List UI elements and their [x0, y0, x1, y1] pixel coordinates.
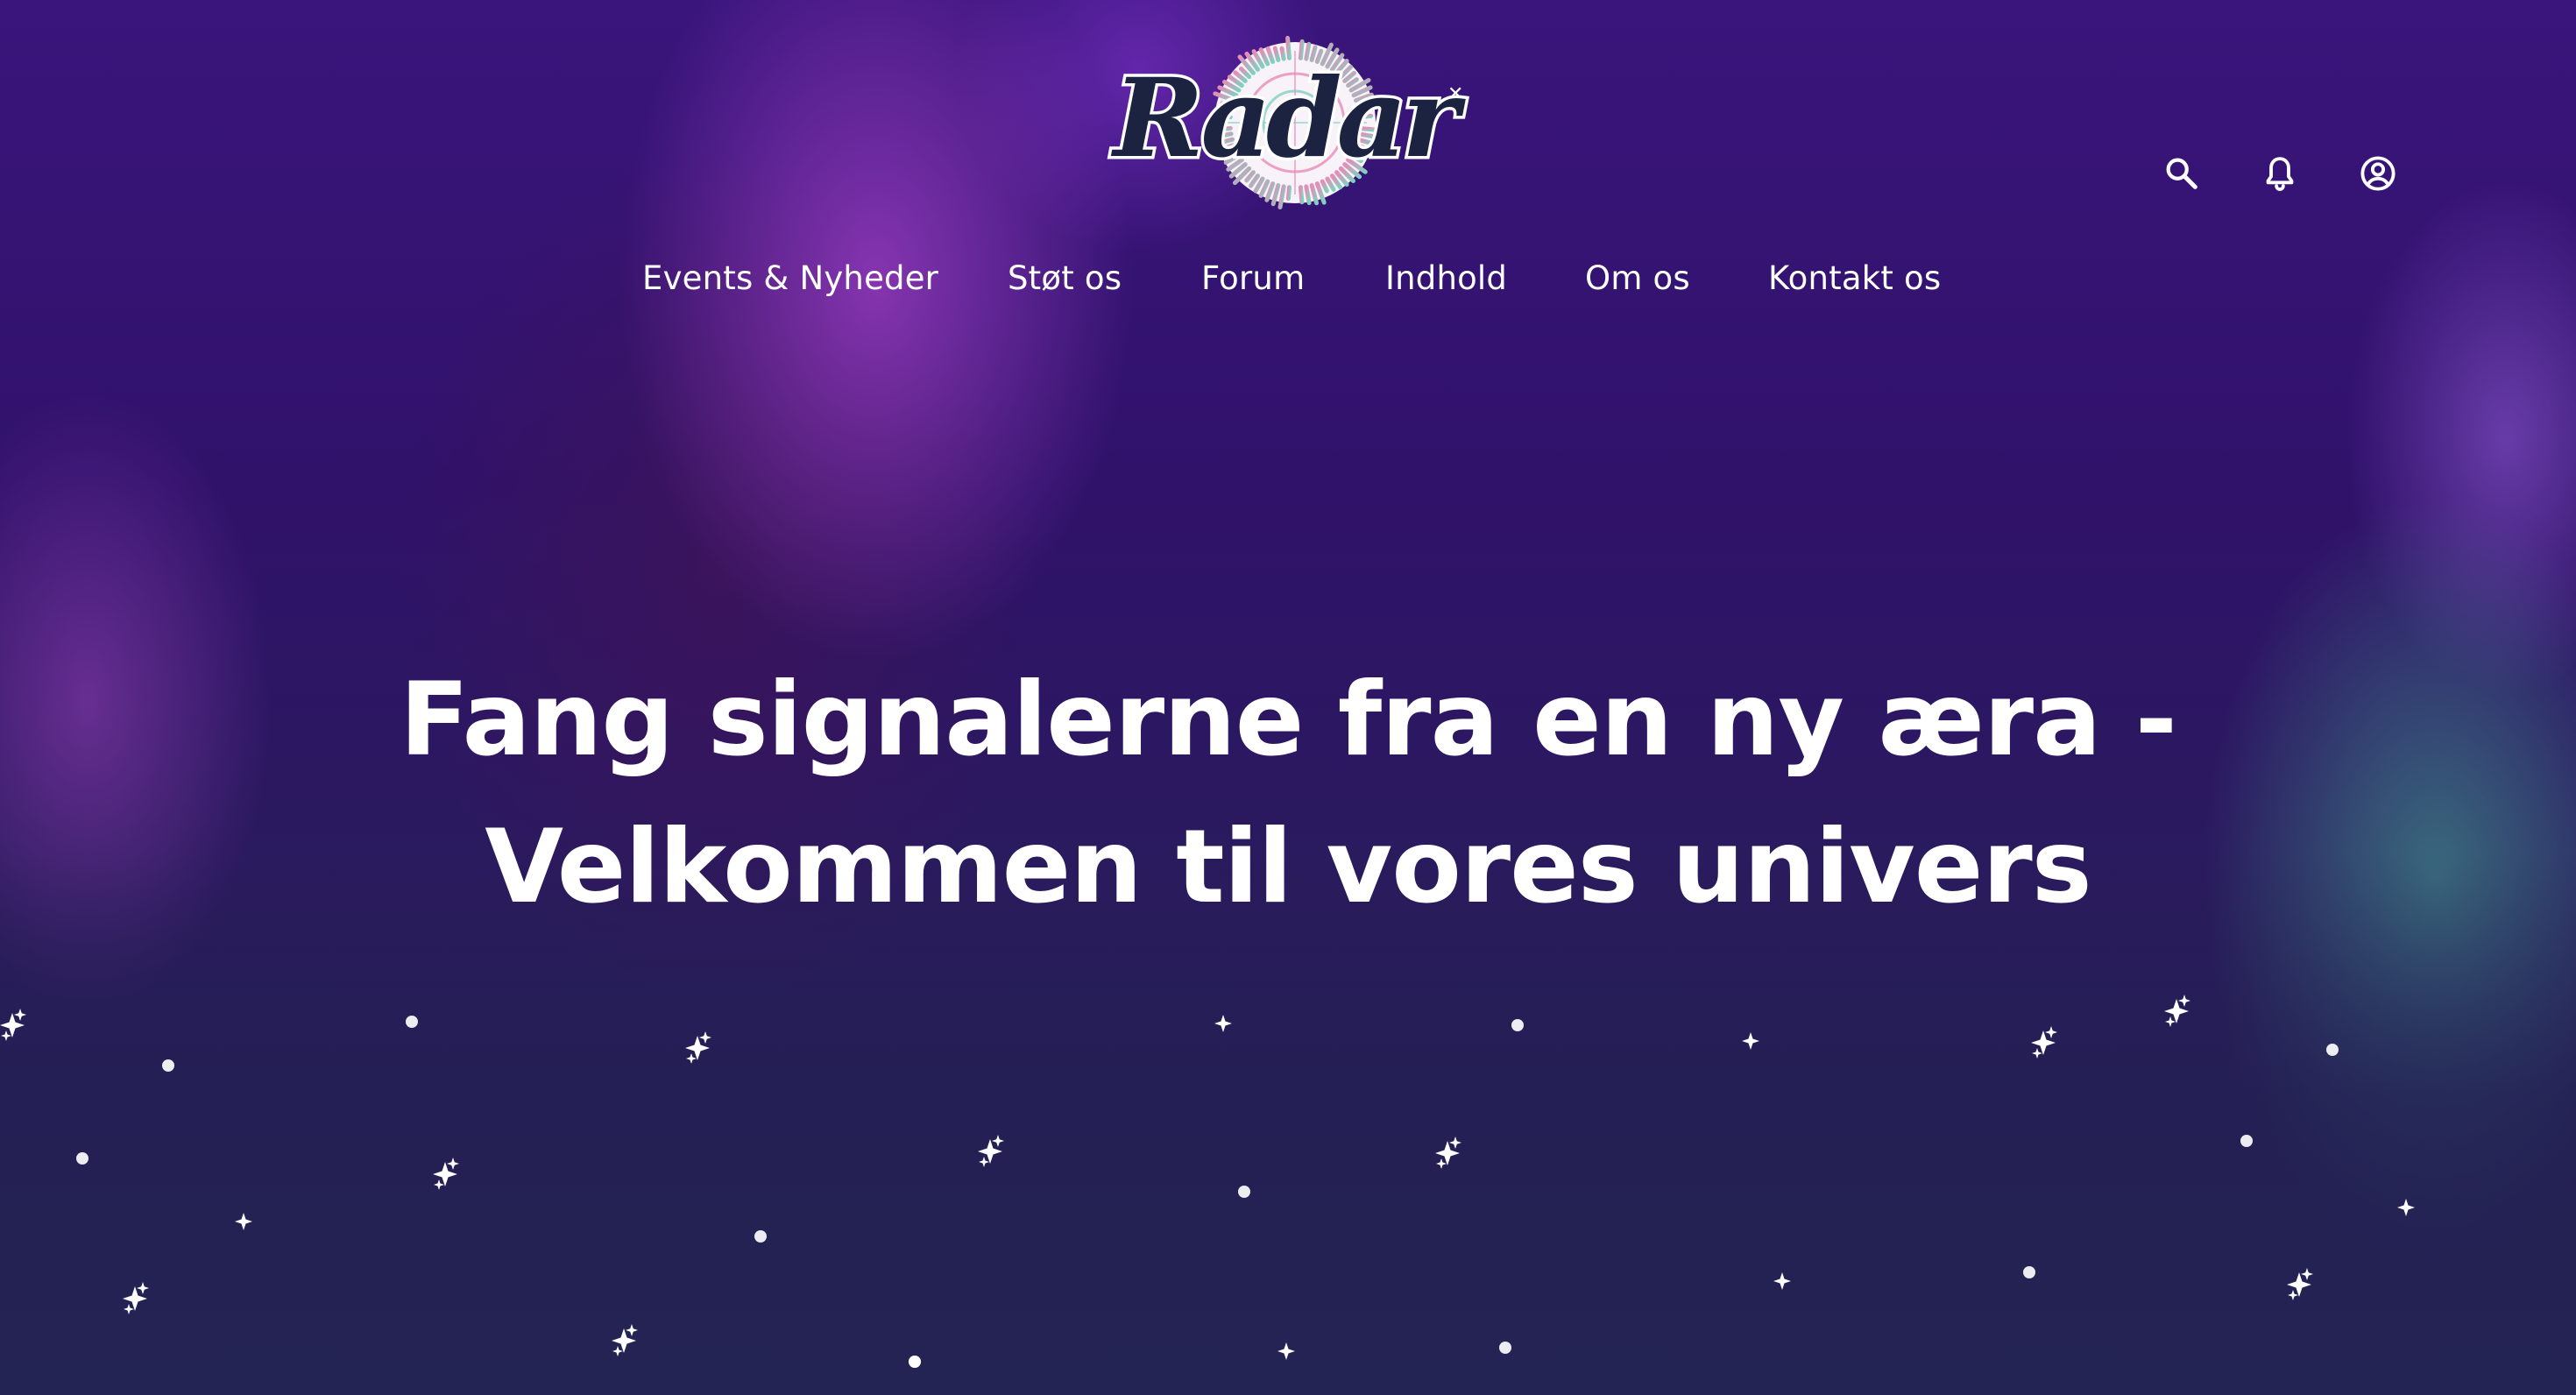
search-icon[interactable]: [2157, 149, 2206, 198]
bell-icon[interactable]: [2255, 149, 2304, 198]
nav-item-kontakt-os[interactable]: Kontakt os: [1768, 254, 1941, 303]
account-icon[interactable]: [2353, 149, 2403, 198]
nav-item-stot-os[interactable]: Støt os: [1008, 254, 1122, 303]
nav-item-forum[interactable]: Forum: [1201, 254, 1305, 303]
hero-headline-line-1: Fang signalerne fra en ny æra -: [400, 660, 2177, 779]
svg-text:✕: ✕: [1447, 83, 1463, 105]
logo-wordmark: Radar: [1111, 55, 1466, 182]
radar-logo[interactable]: Radar ✕: [1104, 16, 1472, 217]
hero-section: Radar ✕ Events & Nyheder Støt os Forum I…: [0, 0, 2576, 1395]
hero-headline-line-2: Velkommen til vores univers: [485, 807, 2091, 926]
nav-item-events-nyheder[interactable]: Events & Nyheder: [642, 254, 938, 303]
nav-item-om-os[interactable]: Om os: [1585, 254, 1690, 303]
nav-item-indhold[interactable]: Indhold: [1385, 254, 1507, 303]
hero-headline: Fang signalerne fra en ny æra - Velkomme…: [237, 647, 2339, 941]
main-nav: Events & Nyheder Støt os Forum Indhold O…: [0, 254, 2576, 307]
